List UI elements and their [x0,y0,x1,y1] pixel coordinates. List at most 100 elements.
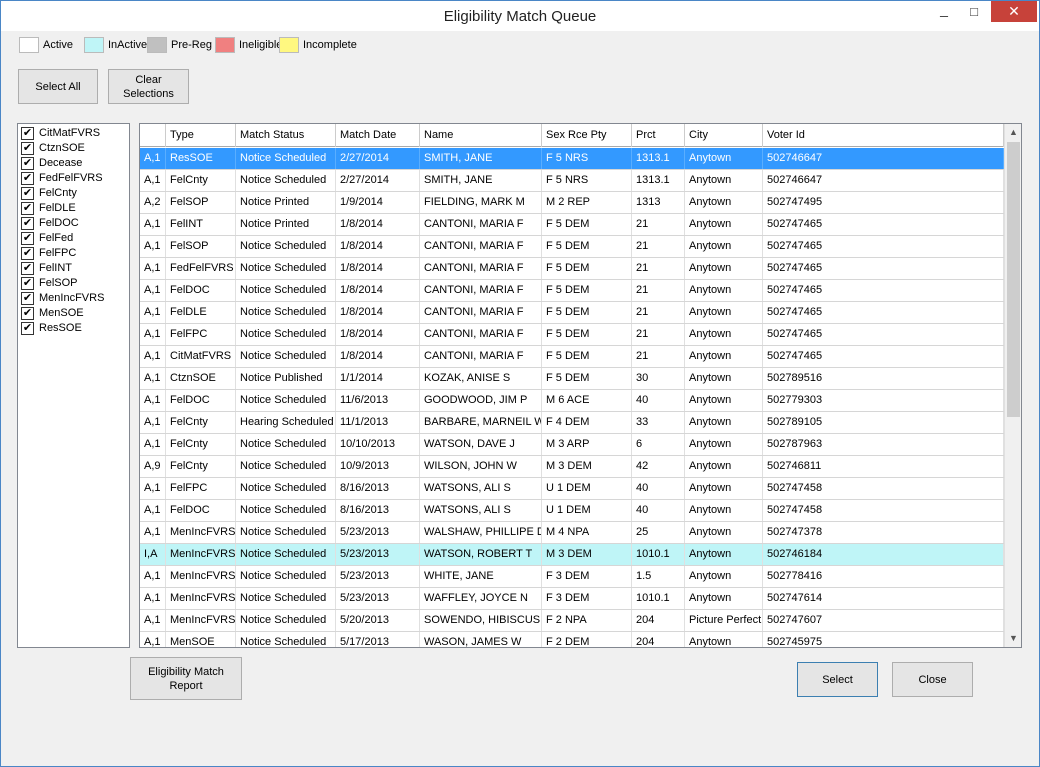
table-row[interactable]: A,1 MenIncFVRS Notice Scheduled 5/23/2013 WH… [140,566,1004,588]
cell-voter-id: 502747465 [763,258,1004,279]
filter-item[interactable]: ✔ FelSOP [21,276,129,291]
filter-checkbox[interactable]: ✔ [21,172,34,185]
filter-checkbox[interactable]: ✔ [21,142,34,155]
table-row[interactable]: A,1 FelCnty Hearing Scheduled 11/1/2013 BARB… [140,412,1004,434]
vertical-scrollbar[interactable]: ▲ ▼ [1004,124,1021,647]
scroll-down-arrow-icon[interactable]: ▼ [1005,630,1021,647]
column-header-match-status[interactable]: Match Status [236,124,336,147]
cell-voter-id: 502747378 [763,522,1004,543]
table-row[interactable]: A,9 FelCnty Notice Scheduled 10/9/2013 WILSO… [140,456,1004,478]
close-window-button[interactable]: ✕ [991,1,1037,22]
table-row[interactable]: A,1 FelDOC Notice Scheduled 1/8/2014 CANTONI… [140,280,1004,302]
filter-item[interactable]: ✔ CtznSOE [21,141,129,156]
filter-checkbox[interactable]: ✔ [21,262,34,275]
filter-checkbox[interactable]: ✔ [21,292,34,305]
filter-checkbox[interactable]: ✔ [21,277,34,290]
cell-status-code: A,1 [140,368,166,389]
scroll-up-arrow-icon[interactable]: ▲ [1005,124,1021,141]
cell-precinct: 1313.1 [632,148,685,169]
cell-status-code: A,1 [140,500,166,521]
table-row[interactable]: A,1 FelDLE Notice Scheduled 1/8/2014 CANTONI… [140,302,1004,324]
filter-item[interactable]: ✔ FelCnty [21,186,129,201]
column-header-name[interactable]: Name [420,124,542,147]
filter-checkbox[interactable]: ✔ [21,322,34,335]
eligibility-match-queue-window: Eligibility Match Queue _ □ ✕ Active InA… [0,0,1040,767]
table-row[interactable]: A,1 FelCnty Notice Scheduled 2/27/2014 SMITH… [140,170,1004,192]
filter-item[interactable]: ✔ FelFPC [21,246,129,261]
column-header-sex-race-party[interactable]: Sex Rce Pty [542,124,632,147]
table-row[interactable]: A,1 FelSOP Notice Scheduled 1/8/2014 CANTONI… [140,236,1004,258]
select-button[interactable]: Select [797,662,878,697]
table-row[interactable]: A,1 MenSOE Notice Scheduled 5/17/2013 WASON,… [140,632,1004,647]
table-row[interactable]: A,1 FelCnty Notice Scheduled 10/10/2013 WATS… [140,434,1004,456]
minimize-button[interactable]: _ [931,1,957,22]
filter-checkbox[interactable]: ✔ [21,307,34,320]
cell-match-date: 10/9/2013 [336,456,420,477]
cell-match-date: 1/9/2014 [336,192,420,213]
table-row[interactable]: A,1 MenIncFVRS Notice Scheduled 5/23/2013 WA… [140,522,1004,544]
table-row[interactable]: A,2 FelSOP Notice Printed 1/9/2014 FIELDING,… [140,192,1004,214]
filter-checkbox[interactable]: ✔ [21,247,34,260]
cell-match-status: Notice Scheduled [236,610,336,631]
filter-checkbox[interactable]: ✔ [21,127,34,140]
cell-precinct: 40 [632,478,685,499]
cell-voter-id: 502789516 [763,368,1004,389]
table-row[interactable]: A,1 CtznSOE Notice Published 1/1/2014 KOZAK,… [140,368,1004,390]
table-row[interactable]: A,1 CitMatFVRS Notice Scheduled 1/8/2014 CAN… [140,346,1004,368]
filter-checkbox[interactable]: ✔ [21,202,34,215]
legend-swatch [19,37,39,53]
table-row[interactable]: A,1 FelFPC Notice Scheduled 8/16/2013 WATSON… [140,478,1004,500]
legend-label: Active [43,39,73,51]
column-header-type[interactable]: Type [166,124,236,147]
eligibility-match-report-button[interactable]: Eligibility Match Report [130,657,242,700]
filter-item[interactable]: ✔ FelINT [21,261,129,276]
filter-item[interactable]: ✔ FelFed [21,231,129,246]
cell-precinct: 25 [632,522,685,543]
filter-label: CtznSOE [39,142,85,154]
cell-voter-id: 502746647 [763,148,1004,169]
filter-label: FelFed [39,232,74,244]
table-row[interactable]: A,1 FelFPC Notice Scheduled 1/8/2014 CANTONI… [140,324,1004,346]
filter-item[interactable]: ✔ MenIncFVRS [21,291,129,306]
cell-type: MenIncFVRS [166,588,236,609]
filter-item[interactable]: ✔ FedFelFVRS [21,171,129,186]
cell-match-status: Notice Published [236,368,336,389]
cell-match-status: Notice Scheduled [236,280,336,301]
cell-precinct: 21 [632,258,685,279]
cell-match-status: Notice Scheduled [236,632,336,647]
cell-voter-id: 502747607 [763,610,1004,631]
table-row[interactable]: A,1 FelINT Notice Printed 1/8/2014 CANTONI, … [140,214,1004,236]
filter-item[interactable]: ✔ ResSOE [21,321,129,336]
cell-match-status: Notice Scheduled [236,346,336,367]
select-all-button[interactable]: Select All [18,69,98,104]
filter-checkbox[interactable]: ✔ [21,232,34,245]
column-header-precinct[interactable]: Prct [632,124,685,147]
clear-selections-button[interactable]: Clear Selections [108,69,189,104]
filter-item[interactable]: ✔ Decease [21,156,129,171]
table-row[interactable]: I,A MenIncFVRS Notice Scheduled 5/23/2013 WA… [140,544,1004,566]
column-header-city[interactable]: City [685,124,763,147]
filter-checkbox[interactable]: ✔ [21,157,34,170]
cell-status-code: A,1 [140,588,166,609]
cell-sex-race-party: F 5 DEM [542,368,632,389]
cell-name: WAFFLEY, JOYCE N [420,588,542,609]
column-header-match-date[interactable]: Match Date [336,124,420,147]
filter-item[interactable]: ✔ MenSOE [21,306,129,321]
table-row[interactable]: A,1 ResSOE Notice Scheduled 2/27/2014 SMITH,… [140,148,1004,170]
filter-checkbox[interactable]: ✔ [21,187,34,200]
maximize-button[interactable]: □ [961,1,987,22]
column-header-voter-id[interactable]: Voter Id [763,124,1004,147]
close-button[interactable]: Close [892,662,973,697]
table-row[interactable]: A,1 FedFelFVRS Notice Scheduled 1/8/2014 CAN… [140,258,1004,280]
filter-checkbox[interactable]: ✔ [21,217,34,230]
table-row[interactable]: A,1 MenIncFVRS Notice Scheduled 5/23/2013 WA… [140,588,1004,610]
table-row[interactable]: A,1 MenIncFVRS Notice Scheduled 5/20/2013 SO… [140,610,1004,632]
table-row[interactable]: A,1 FelDOC Notice Scheduled 8/16/2013 WATSON… [140,500,1004,522]
table-row[interactable]: A,1 FelDOC Notice Scheduled 11/6/2013 GOODWO… [140,390,1004,412]
filter-item[interactable]: ✔ FelDOC [21,216,129,231]
column-header-status-code[interactable] [140,124,166,147]
scrollbar-thumb[interactable] [1007,142,1020,417]
filter-item[interactable]: ✔ CitMatFVRS [21,126,129,141]
cell-precinct: 1010.1 [632,588,685,609]
filter-item[interactable]: ✔ FelDLE [21,201,129,216]
